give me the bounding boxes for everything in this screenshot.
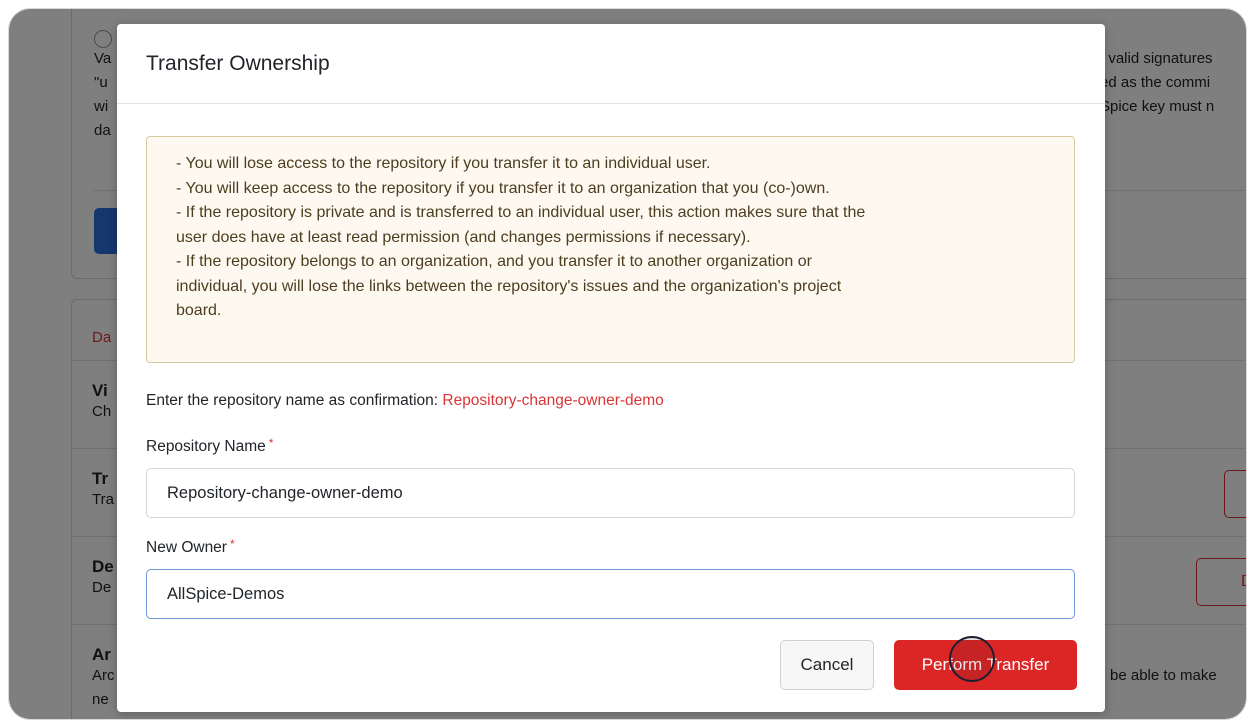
new-owner-label: New Owner * [146,537,235,557]
modal-title: Transfer Ownership [146,51,330,75]
new-owner-label-text: New Owner [146,539,227,556]
new-owner-input[interactable] [146,569,1075,619]
warning-line: user does have at least read permission … [176,228,751,246]
warning-line: - You will keep access to the repository… [176,179,830,197]
required-asterisk: * [229,537,235,551]
cancel-button[interactable]: Cancel [780,640,874,690]
warning-message: - You will lose access to the repository… [146,136,1075,363]
confirmation-repo-name: Repository-change-owner-demo [442,392,664,409]
modal-header: Transfer Ownership [117,24,1105,104]
warning-line: individual, you will lose the links betw… [176,277,842,295]
perform-transfer-button[interactable]: Perform Transfer [894,640,1077,690]
transfer-ownership-modal: Transfer Ownership - You will lose acces… [117,24,1105,712]
repository-name-label-text: Repository Name [146,438,266,455]
repository-name-input[interactable] [146,468,1075,518]
confirmation-prompt-text: Enter the repository name as confirmatio… [146,392,439,409]
warning-line: - You will lose access to the repository… [176,155,711,172]
confirmation-prompt: Enter the repository name as confirmatio… [146,392,664,410]
screen-frame: Va "u wi da , valid signatures ed as the… [8,8,1247,720]
required-asterisk: * [268,436,274,450]
warning-line: board. [176,302,222,319]
warning-line: - If the repository is private and is tr… [176,204,866,221]
repository-name-label: Repository Name * [146,436,274,456]
warning-line: - If the repository belongs to an organi… [176,253,812,270]
